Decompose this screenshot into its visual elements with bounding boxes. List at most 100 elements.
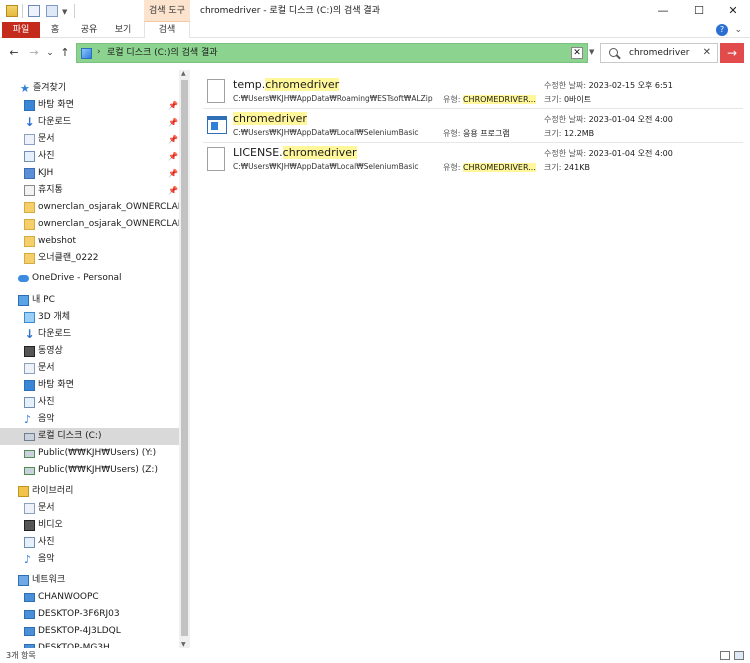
file-name[interactable]: chromedriver bbox=[233, 112, 307, 125]
sidebar-item-lib-music[interactable]: ♪ 음악 bbox=[0, 551, 179, 568]
folder-icon bbox=[24, 219, 35, 230]
sidebar-item-network-computer[interactable]: DESKTOP-3F6RJ03 bbox=[0, 606, 179, 623]
sidebar-item-folder[interactable]: ownerclan_osjarak_OWNERCLAN_166 bbox=[0, 199, 190, 216]
sidebar-item-network-computer[interactable]: DESKTOP-4J3LDQL bbox=[0, 623, 179, 640]
sidebar-item-recycle-bin[interactable]: 휴지통 📌 bbox=[0, 182, 179, 199]
context-tab-label: 검색 도구 bbox=[149, 6, 185, 16]
sidebar-item-local-disk-c[interactable]: 로컬 디스크 (C:) bbox=[0, 428, 179, 445]
sidebar-item-folder[interactable]: 오너클랜_0222 bbox=[0, 250, 179, 267]
sidebar-item-label: 문서 bbox=[38, 503, 55, 513]
sidebar-item-3d-objects[interactable]: 3D 개체 bbox=[0, 309, 179, 326]
desktop-icon bbox=[24, 100, 35, 111]
item-count: 3개 항목 bbox=[6, 651, 36, 660]
file-name[interactable]: temp.chromedriver bbox=[233, 78, 340, 91]
type-label: 유형: bbox=[443, 129, 461, 138]
tab-file[interactable]: 파일 bbox=[2, 22, 40, 38]
search-match-highlight: chromedriver bbox=[282, 146, 357, 159]
sidebar-item-quick-access[interactable]: ★ 즐겨찾기 bbox=[0, 80, 179, 97]
sidebar-item-documents[interactable]: 문서 bbox=[0, 360, 179, 377]
pin-icon[interactable]: 📌 bbox=[168, 182, 178, 199]
sidebar-item-desktop[interactable]: 바탕 화면 bbox=[0, 377, 179, 394]
pin-icon[interactable]: 📌 bbox=[168, 148, 178, 165]
expand-ribbon-chevron-icon[interactable]: ⌄ bbox=[734, 25, 742, 35]
help-icon[interactable]: ? bbox=[716, 24, 728, 36]
up-button[interactable]: ↑ bbox=[58, 45, 72, 61]
sidebar-item-lib-documents[interactable]: 문서 bbox=[0, 500, 179, 517]
sidebar-item-network-computer[interactable]: DESKTOP-MG3H... bbox=[0, 640, 179, 648]
details-view-icon[interactable] bbox=[720, 651, 730, 660]
type-value: CHROMEDRIVER... bbox=[462, 163, 536, 172]
search-value[interactable]: chromedriver bbox=[629, 44, 689, 62]
sidebar-item-libraries[interactable]: 라이브러리 bbox=[0, 483, 179, 500]
sidebar-item-lib-videos[interactable]: 비디오 bbox=[0, 517, 179, 534]
close-icon[interactable]: ✕ bbox=[571, 47, 583, 59]
tab-search[interactable]: 검색 bbox=[144, 22, 190, 38]
sidebar-item-kjh[interactable]: KJH 📌 bbox=[0, 165, 179, 182]
sidebar-item-label: 비디오 bbox=[38, 520, 63, 530]
sidebar-item-label: 내 PC bbox=[32, 295, 55, 305]
sidebar-item-network-computer[interactable]: CHANWOOPC bbox=[0, 589, 179, 606]
scroll-down-arrow-icon[interactable]: ▼ bbox=[181, 641, 186, 648]
sidebar-item-network-drive-z[interactable]: Public(₩₩KJH₩Users) (Z:) bbox=[0, 462, 179, 479]
scroll-up-arrow-icon[interactable]: ▲ bbox=[181, 70, 186, 77]
file-name[interactable]: LICENSE.chromedriver bbox=[233, 146, 357, 159]
sidebar-item-this-pc[interactable]: 내 PC bbox=[0, 292, 179, 309]
forward-button[interactable]: → bbox=[26, 45, 42, 61]
recent-locations-chevron-icon[interactable]: ⌄ bbox=[44, 45, 56, 61]
file-date: 수정한 날짜: 2023-02-15 오후 6:51 bbox=[544, 80, 673, 91]
properties-icon[interactable] bbox=[28, 5, 40, 17]
breadcrumb-separator[interactable]: › bbox=[97, 47, 101, 57]
address-dropdown-chevron-icon[interactable]: ▼ bbox=[589, 48, 594, 56]
sidebar-item-label: 다운로드 bbox=[38, 117, 72, 127]
sidebar-item-folder[interactable]: webshot bbox=[0, 233, 179, 250]
sidebar-item-label: 네트워크 bbox=[32, 575, 66, 585]
list-item[interactable]: chromedriver C:₩Users₩KJH₩AppData₩Local₩… bbox=[203, 108, 743, 142]
search-input[interactable]: chromedriver ✕ bbox=[600, 43, 718, 63]
maximize-button[interactable]: ☐ bbox=[682, 0, 716, 22]
breadcrumb[interactable]: 로컬 디스크 (C:)의 검색 결과 bbox=[107, 44, 218, 62]
back-button[interactable]: ← bbox=[6, 45, 22, 61]
sidebar-item-label: CHANWOOPC bbox=[38, 592, 99, 602]
tab-home[interactable]: 홈 bbox=[44, 22, 66, 38]
sidebar-item-videos[interactable]: 동영상 bbox=[0, 343, 179, 360]
sidebar-item-pictures[interactable]: 사진 bbox=[0, 394, 179, 411]
sidebar-item-desktop[interactable]: 바탕 화면 📌 bbox=[0, 97, 179, 114]
new-folder-icon[interactable] bbox=[46, 5, 58, 17]
file-type: 유형: 응용 프로그램 bbox=[443, 128, 510, 139]
search-go-button[interactable]: → bbox=[720, 43, 744, 63]
size-value: 0바이트 bbox=[563, 95, 592, 104]
content-view-icon[interactable] bbox=[734, 651, 744, 660]
list-item[interactable]: temp.chromedriver C:₩Users₩KJH₩AppData₩R… bbox=[203, 74, 743, 108]
sidebar-item-music[interactable]: ♪ 음악 bbox=[0, 411, 179, 428]
address-bar[interactable]: › 로컬 디스크 (C:)의 검색 결과 ✕ bbox=[76, 43, 588, 63]
file-path: C:₩Users₩KJH₩AppData₩Local₩SeleniumBasic bbox=[233, 162, 419, 171]
sidebar-item-label: DESKTOP-MG3H... bbox=[38, 643, 119, 648]
folder-icon bbox=[24, 236, 35, 247]
3d-objects-icon bbox=[24, 312, 35, 323]
sidebar-item-downloads[interactable]: ↓ 다운로드 bbox=[0, 326, 179, 343]
pin-icon[interactable]: 📌 bbox=[168, 114, 178, 131]
sidebar-item-lib-pictures[interactable]: 사진 bbox=[0, 534, 179, 551]
sidebar-item-network-drive-y[interactable]: Public(₩₩KJH₩Users) (Y:) bbox=[0, 445, 179, 462]
pin-icon[interactable]: 📌 bbox=[168, 165, 178, 182]
tab-share[interactable]: 공유 bbox=[74, 22, 104, 38]
tab-view[interactable]: 보기 bbox=[108, 22, 138, 38]
pin-icon[interactable]: 📌 bbox=[168, 131, 178, 148]
clear-search-icon[interactable]: ✕ bbox=[703, 44, 711, 62]
customize-toolbar-chevron-icon[interactable]: ▼ bbox=[62, 8, 67, 16]
file-date: 수정한 날짜: 2023-01-04 오전 4:00 bbox=[544, 114, 673, 125]
list-item[interactable]: LICENSE.chromedriver C:₩Users₩KJH₩AppDat… bbox=[203, 142, 743, 176]
close-button[interactable]: ✕ bbox=[716, 0, 750, 22]
sidebar-scrollbar[interactable]: ▲ ▼ bbox=[179, 70, 190, 648]
sidebar-item-downloads[interactable]: ↓ 다운로드 📌 bbox=[0, 114, 179, 131]
title-bar: ▼ 검색 도구 chromedriver - 로컬 디스크 (C:)의 검색 결… bbox=[0, 0, 750, 22]
sidebar-item-onedrive[interactable]: OneDrive - Personal bbox=[0, 270, 179, 287]
sidebar-item-pictures[interactable]: 사진 📌 bbox=[0, 148, 179, 165]
scrollbar-thumb[interactable] bbox=[181, 80, 188, 636]
pin-icon[interactable]: 📌 bbox=[168, 97, 178, 114]
minimize-button[interactable]: — bbox=[646, 0, 680, 22]
sidebar-item-folder[interactable]: ownerclan_osjarak_OWNERCLAN_168 bbox=[0, 216, 190, 233]
sidebar-item-network[interactable]: 네트워크 bbox=[0, 572, 179, 589]
sidebar-item-label: OneDrive - Personal bbox=[32, 273, 122, 283]
sidebar-item-documents[interactable]: 문서 📌 bbox=[0, 131, 179, 148]
